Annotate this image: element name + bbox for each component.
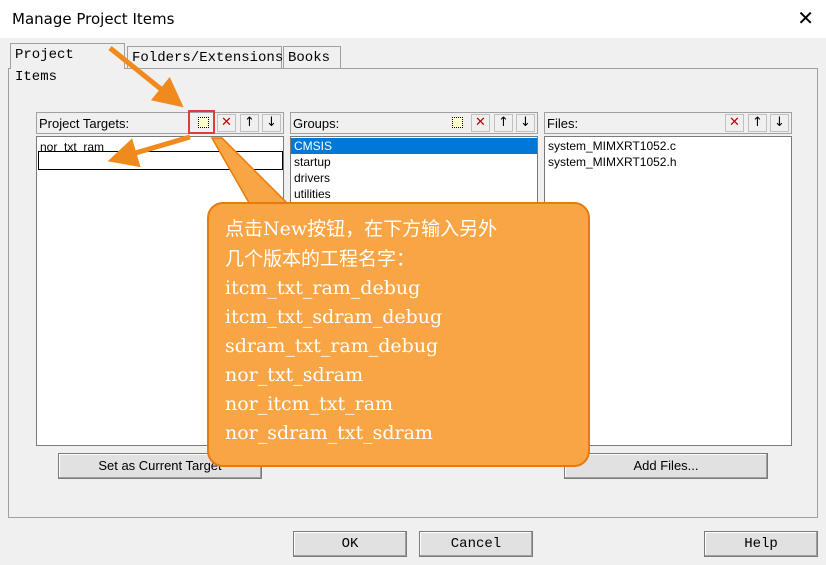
callout-pointer: [210, 137, 294, 209]
arrow-to-new-button: [108, 46, 184, 108]
annotation-callout: 点击New按钮，在下方输入另外 几个版本的工程名字： itcm_txt_ram_…: [207, 202, 590, 467]
callout-heading-line-2: 几个版本的工程名字：: [225, 248, 416, 270]
callout-name: nor_sdram_txt_sdram: [225, 422, 433, 444]
callout-name: sdram_txt_ram_debug: [225, 335, 439, 357]
callout-name: nor_txt_sdram: [225, 364, 364, 386]
callout-name: itcm_txt_ram_debug: [225, 277, 421, 299]
callout-name: nor_itcm_txt_ram: [225, 393, 394, 415]
arrow-to-input: [107, 134, 191, 168]
callout-heading-line-1: 点击New按钮，在下方输入另外: [225, 218, 498, 240]
callout-name: itcm_txt_sdram_debug: [225, 306, 443, 328]
